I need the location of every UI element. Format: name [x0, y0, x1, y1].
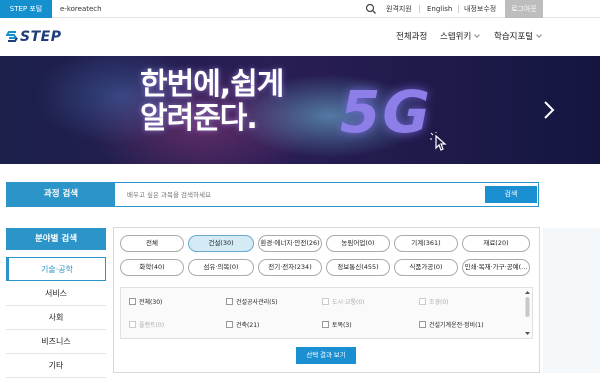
- right-side-area: [543, 228, 600, 373]
- checkbox[interactable]: [419, 321, 426, 328]
- banner-5g-badge: 5G: [340, 78, 432, 146]
- sub-option-construction-machine[interactable]: 건설기계운전·정비(1): [419, 321, 484, 331]
- sidebar-item-service[interactable]: 서비스: [6, 282, 106, 306]
- nav-label: 전체과정: [396, 32, 428, 42]
- nav-all-courses[interactable]: 전체과정: [396, 30, 427, 42]
- option-label: 전체(30): [139, 299, 163, 306]
- sub-option-plant: 플랜트(0): [129, 321, 164, 331]
- chip-machinery[interactable]: 기계(361): [394, 235, 458, 252]
- cursor-icon: [430, 132, 447, 151]
- logo-mark-icon: [6, 31, 18, 42]
- sub-option-architecture[interactable]: 건축(21): [226, 321, 259, 331]
- sub-option-all[interactable]: 전체(30): [129, 298, 162, 308]
- checkbox: [322, 298, 329, 305]
- edit-profile-link[interactable]: 내정보수정: [464, 0, 496, 18]
- step-logo[interactable]: STEP: [6, 29, 61, 45]
- banner-headline: 한번에,쉽게 알려준다.: [140, 67, 284, 136]
- checkbox: [419, 298, 426, 305]
- chip-construction[interactable]: 건설(30): [188, 235, 254, 252]
- sidebar-title: 분야별 검색: [6, 228, 106, 250]
- banner-line-2: 알려준다.: [140, 101, 258, 136]
- sidebar-item-society[interactable]: 사회: [6, 306, 106, 330]
- banner-line-1: 한번에,쉽게: [140, 67, 284, 102]
- chip-electric[interactable]: 전기·전자(234): [258, 259, 322, 276]
- sidebar-item-etc[interactable]: 기타: [6, 354, 106, 378]
- checkbox[interactable]: [226, 298, 233, 305]
- remote-support-link[interactable]: 원격지원: [386, 0, 412, 18]
- subcategory-box: [120, 287, 533, 339]
- checkbox: [129, 321, 136, 328]
- tab-step-portal[interactable]: STEP 포털: [0, 0, 52, 18]
- option-label: 조경(0): [429, 299, 449, 306]
- sidebar-item-tech[interactable]: 기술·공학: [6, 257, 106, 281]
- checkbox[interactable]: [322, 321, 329, 328]
- subcategory-scrollbar[interactable]: [524, 289, 531, 337]
- chip-food[interactable]: 식품가공(0): [394, 259, 458, 276]
- logo-text: STEP: [20, 29, 62, 45]
- course-search-box: 과정 검색 검색: [6, 182, 539, 207]
- sub-option-landscape: 조경(0): [419, 298, 449, 308]
- hero-banner[interactable]: 한번에,쉽게 알려준다. 5G: [0, 56, 600, 164]
- view-results-button[interactable]: 선택 결과 보기: [296, 347, 356, 364]
- chevron-right-icon[interactable]: [542, 100, 556, 120]
- chip-textile[interactable]: 섬유·의복(0): [188, 259, 254, 276]
- english-link[interactable]: English: [427, 0, 452, 18]
- chip-ict[interactable]: 정보통신(455): [326, 259, 390, 276]
- tab-e-koreatech[interactable]: e-koreatech: [60, 0, 102, 18]
- chip-environment[interactable]: 환경·에너지·안전(26): [258, 235, 322, 252]
- sub-option-civil[interactable]: 토목(3): [322, 321, 352, 331]
- chevron-down-icon: [536, 32, 542, 38]
- search-button[interactable]: 검색: [485, 186, 537, 203]
- chip-chemistry[interactable]: 화학(40): [120, 259, 184, 276]
- search-icon[interactable]: [365, 3, 377, 15]
- site-header: STEP 전체과정 스텝위키 학습지포털: [0, 18, 600, 56]
- option-label: 토목(3): [332, 322, 352, 329]
- top-utility-bar: STEP 포털 e-koreatech 원격지원 English 내정보수정 로…: [0, 0, 600, 18]
- nav-learning-portal[interactable]: 학습지포털: [494, 30, 542, 42]
- chip-materials[interactable]: 재료(20): [462, 235, 530, 252]
- option-label: 건축(21): [236, 322, 260, 329]
- option-label: 플랜트(0): [139, 322, 165, 329]
- checkbox[interactable]: [129, 298, 136, 305]
- sub-option-urban-traffic: 도시·교통(0): [322, 298, 365, 308]
- sidebar-item-business[interactable]: 비즈니스: [6, 330, 106, 354]
- option-label: 건설공사관리(5): [236, 299, 278, 306]
- search-input[interactable]: [127, 187, 479, 202]
- nav-label: 학습지포털: [494, 32, 534, 42]
- checkbox[interactable]: [226, 321, 233, 328]
- chip-all[interactable]: 전체: [120, 235, 184, 252]
- option-label: 도시·교통(0): [332, 299, 365, 306]
- sub-option-construction-mgmt[interactable]: 건설공사관리(5): [226, 298, 278, 308]
- chevron-down-icon: [474, 32, 481, 38]
- divider: [419, 5, 420, 13]
- nav-label: 스텝위키: [440, 32, 472, 42]
- chip-printing[interactable]: 인쇄·목재·가구·공예(...: [462, 259, 530, 276]
- option-label: 건설기계운전·정비(1): [429, 322, 484, 329]
- chip-agriculture[interactable]: 농림어업(0): [326, 235, 390, 252]
- logout-button[interactable]: 로그아웃: [505, 0, 543, 18]
- search-label: 과정 검색: [7, 183, 115, 206]
- divider: [458, 5, 459, 13]
- nav-step-wiki[interactable]: 스텝위키: [440, 30, 481, 42]
